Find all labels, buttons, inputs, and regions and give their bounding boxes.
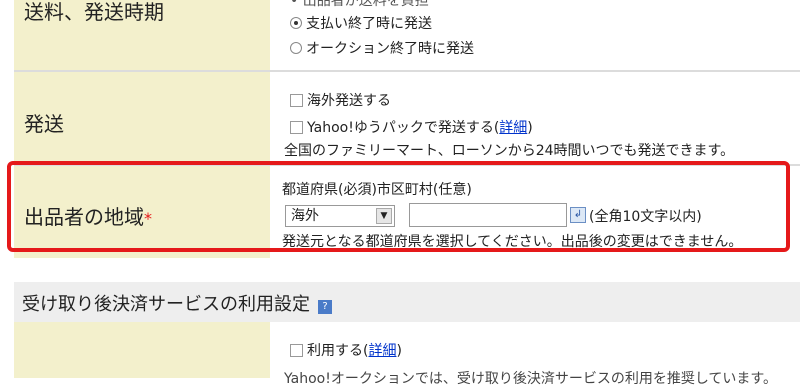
use-payment-checkbox[interactable]: 利用する(詳細) — [290, 340, 402, 360]
paren-close: ) — [527, 120, 533, 136]
radio-unchecked-icon[interactable] — [290, 42, 302, 54]
radio-ship-on-auction-end[interactable]: オークション終了時に発送 — [290, 38, 474, 58]
shipping-label-cell: 発送 — [14, 72, 270, 164]
payment-content: 利用する(詳細) Yahoo!オークションでは、受け取り後決済サービスの利用を推… — [274, 322, 800, 387]
shipping-label: 発送 — [24, 112, 64, 136]
paren-close: ) — [396, 343, 402, 359]
payment-section-header: 受け取り後決済サービスの利用設定? — [14, 282, 800, 322]
payment-label-cell — [14, 322, 270, 378]
checkbox-label: Yahoo!ゆうパックで発送する( — [307, 120, 500, 136]
shipping-note: 全国のファミリーマート、ローソンから24時間いつでも発送できます。 — [284, 143, 735, 159]
yupack-checkbox[interactable]: Yahoo!ゆうパックで発送する(詳細) — [290, 117, 533, 137]
shipping-time-label: 送料、発送時期 — [24, 0, 164, 24]
yupack-details-link[interactable]: 詳細 — [499, 120, 527, 136]
checkbox-label: 海外発送する — [307, 93, 391, 109]
checkbox-icon[interactable] — [290, 121, 303, 134]
shipping-time-cut-text: • 出品者が送料を負担 — [290, 0, 429, 9]
radio-ship-on-payment[interactable]: 支払い終了時に発送 — [290, 13, 432, 33]
help-icon[interactable]: ? — [318, 300, 332, 314]
checkbox-icon[interactable] — [290, 344, 303, 357]
radio-checked-icon[interactable] — [290, 17, 302, 29]
payment-cut-text: Yahoo!オークションでは、受け取り後決済サービスの利用を推奨しています。 — [284, 371, 777, 387]
radio-label: オークション終了時に発送 — [306, 41, 474, 57]
section-title-text: 受け取り後決済サービスの利用設定 — [22, 294, 310, 315]
shipping-time-content: • 出品者が送料を負担 支払い終了時に発送 オークション終了時に発送 — [274, 0, 800, 70]
shipping-content: 海外発送する Yahoo!ゆうパックで発送する(詳細) 全国のファミリーマート、… — [274, 72, 800, 164]
payment-section-title: 受け取り後決済サービスの利用設定? — [22, 290, 332, 316]
overseas-shipping-checkbox[interactable]: 海外発送する — [290, 90, 391, 110]
checkbox-icon[interactable] — [290, 94, 303, 107]
checkbox-label: 利用する( — [307, 343, 369, 359]
radio-label: 支払い終了時に発送 — [306, 16, 432, 32]
payment-details-link[interactable]: 詳細 — [368, 343, 396, 359]
shipping-time-label-cell: 送料、発送時期 — [14, 0, 270, 70]
highlight-frame — [7, 161, 790, 252]
